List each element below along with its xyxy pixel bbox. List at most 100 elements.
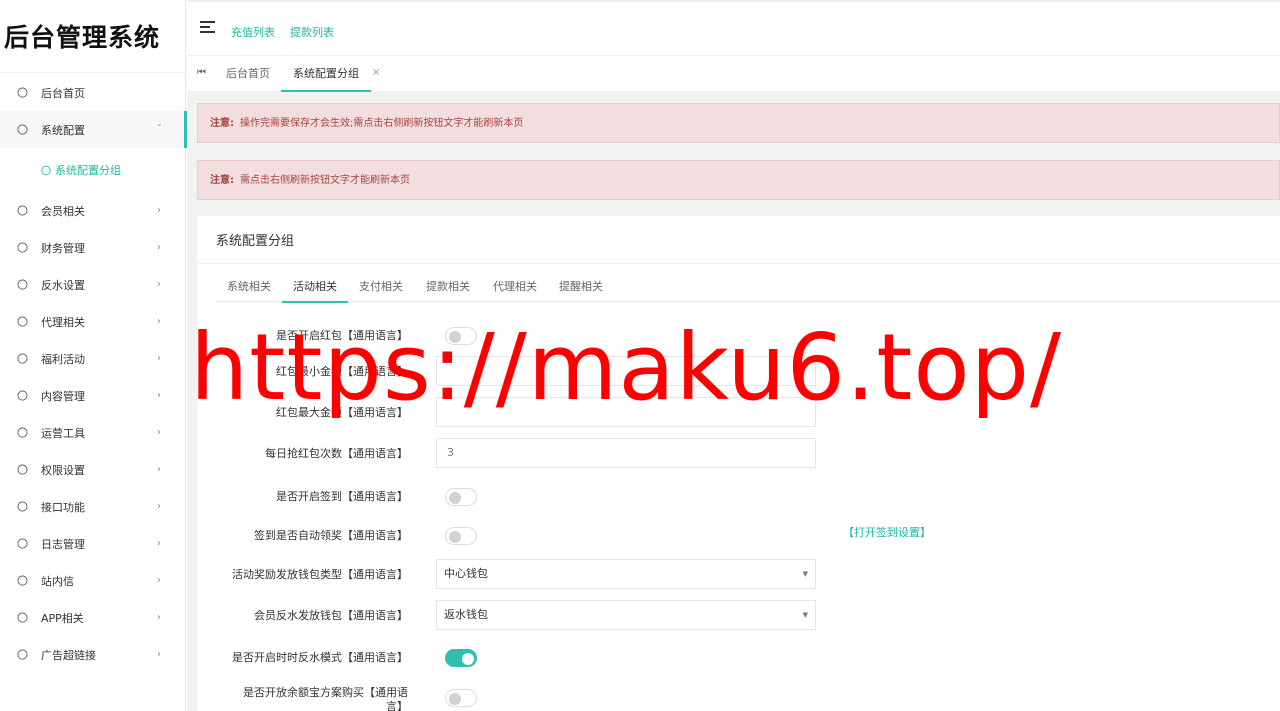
- chevron-right-icon: ›: [157, 241, 161, 253]
- withdraw-list-link[interactable]: 提款列表: [290, 24, 334, 40]
- circle-icon: 〇: [41, 166, 51, 178]
- sidebar-item-promotions[interactable]: 〇福利活动 ›: [0, 340, 186, 377]
- sidebar-item-api[interactable]: 〇接口功能 ›: [0, 488, 186, 525]
- sidebar-item-finance[interactable]: 〇财务管理 ›: [0, 229, 186, 266]
- top-bar: 充值列表 提款列表: [187, 0, 1280, 55]
- config-panel: 系统配置分组 系统相关 活动相关 支付相关 提款相关 代理相关 提醒相关 是否开…: [197, 216, 1280, 711]
- sidebar-item-label: 内容管理: [41, 389, 85, 403]
- chevron-right-icon: ›: [157, 463, 161, 475]
- select-value: 中心钱包: [444, 567, 488, 580]
- red-packet-enable-switch[interactable]: [445, 327, 477, 345]
- sidebar-item-label: 会员相关: [41, 204, 85, 218]
- circle-icon: 〇: [17, 278, 28, 291]
- switch-knob: [462, 653, 474, 665]
- chevron-right-icon: ›: [157, 278, 161, 290]
- tab-close-icon[interactable]: ×: [372, 67, 380, 78]
- tab-agent[interactable]: 代理相关: [493, 272, 537, 302]
- tab-activity[interactable]: 活动相关: [282, 272, 348, 303]
- circle-icon: 〇: [17, 123, 28, 136]
- tab-withdraw[interactable]: 提款相关: [426, 272, 470, 302]
- circle-icon: 〇: [17, 611, 28, 624]
- chevron-right-icon: ›: [157, 352, 161, 364]
- sidebar-nav: 〇后台首页 〇系统配置 ˇ 〇系统配置分组 〇会员相关 › 〇财务管理 › 〇反水设置…: [0, 74, 187, 673]
- sidebar-item-home[interactable]: 〇后台首页: [0, 74, 186, 111]
- admin-app: 后台管理系统 〇后台首页 〇系统配置 ˇ 〇系统配置分组 〇会员相关 › 〇财务管理…: [0, 0, 1280, 711]
- realtime-rebate-switch[interactable]: [445, 649, 477, 667]
- sidebar-item-system-config[interactable]: 〇系统配置 ˇ: [0, 111, 187, 148]
- sidebar-item-rebate[interactable]: 〇反水设置 ›: [0, 266, 186, 303]
- checkin-auto-reward-switch[interactable]: [445, 527, 477, 545]
- checkin-enable-switch[interactable]: [445, 488, 477, 506]
- sidebar-item-app[interactable]: 〇 APP相关 ›: [0, 599, 186, 636]
- form-row: 红包最大金额【通用语言】: [197, 397, 1280, 429]
- field-label: 红包最大金额【通用语言】: [276, 406, 408, 419]
- tab-system[interactable]: 系统相关: [227, 272, 271, 302]
- switch-knob: [449, 531, 461, 543]
- sidebar-item-label: 权限设置: [41, 463, 85, 477]
- sidebar-subitem-label: 系统配置分组: [55, 164, 121, 177]
- sidebar-item-label: 代理相关: [41, 315, 85, 329]
- section-tabs: 系统相关 活动相关 支付相关 提款相关 代理相关 提醒相关: [216, 272, 1280, 303]
- red-packet-max-input[interactable]: [436, 397, 816, 427]
- open-checkin-settings-link[interactable]: 【打开签到设置】: [843, 524, 931, 540]
- alert-text: 操作完需要保存才会生效;需点击右侧刷新按钮文字才能刷新本页: [240, 118, 524, 129]
- circle-icon: 〇: [17, 463, 28, 476]
- chevron-right-icon: ›: [157, 389, 161, 401]
- field-label: 是否开启时时反水模式【通用语言】: [232, 651, 408, 664]
- circle-icon: 〇: [17, 389, 28, 402]
- circle-icon: 〇: [17, 315, 28, 328]
- circle-icon: 〇: [17, 537, 28, 550]
- form-row: 红包最小金额【通用语言】: [197, 356, 1280, 388]
- sidebar-item-logs[interactable]: 〇日志管理 ›: [0, 525, 186, 562]
- sidebar-item-label: 站内信: [41, 574, 74, 588]
- sidebar-item-agents[interactable]: 〇代理相关 ›: [0, 303, 186, 340]
- red-packet-min-input[interactable]: [436, 356, 816, 386]
- sidebar-item-operations[interactable]: 〇运营工具 ›: [0, 414, 186, 451]
- rebate-wallet-select[interactable]: 返水钱包 ▼: [436, 600, 816, 630]
- form-row: 是否开启签到【通用语言】: [197, 481, 1280, 513]
- tab-payment[interactable]: 支付相关: [359, 272, 403, 302]
- tab-config-group[interactable]: 系统配置分组: [281, 56, 371, 92]
- circle-icon: 〇: [17, 86, 28, 99]
- circle-icon: 〇: [17, 648, 28, 661]
- select-value: 返水钱包: [444, 608, 488, 621]
- field-label: 会员反水发放钱包【通用语言】: [254, 609, 408, 622]
- tab-home[interactable]: 后台首页: [226, 56, 270, 92]
- form-row: 会员反水发放钱包【通用语言】 返水钱包 ▼: [197, 600, 1280, 632]
- sidebar-item-label: 反水设置: [41, 278, 85, 292]
- sidebar: 后台管理系统 〇后台首页 〇系统配置 ˇ 〇系统配置分组 〇会员相关 › 〇财务管理…: [0, 0, 187, 711]
- daily-red-packet-count-input[interactable]: 3: [436, 438, 816, 468]
- circle-icon: 〇: [17, 426, 28, 439]
- sidebar-subitem-config-group[interactable]: 〇系统配置分组: [0, 148, 186, 192]
- circle-icon: 〇: [17, 500, 28, 513]
- field-label: 是否开启签到【通用语言】: [276, 490, 408, 503]
- sidebar-item-content[interactable]: 〇内容管理 ›: [0, 377, 186, 414]
- logo-divider: [0, 72, 186, 73]
- sidebar-item-messages[interactable]: 〇站内信 ›: [0, 562, 186, 599]
- chevron-right-icon: ›: [157, 611, 161, 623]
- field-label: 红包最小金额【通用语言】: [276, 365, 408, 378]
- sidebar-item-label: 系统配置: [41, 123, 85, 137]
- sidebar-item-permissions[interactable]: 〇权限设置 ›: [0, 451, 186, 488]
- reward-wallet-type-select[interactable]: 中心钱包 ▼: [436, 559, 816, 589]
- form-row: 是否开启时时反水模式【通用语言】: [197, 642, 1280, 674]
- sidebar-item-label: 福利活动: [41, 352, 85, 366]
- field-label: 活动奖励发放钱包类型【通用语言】: [232, 568, 408, 581]
- circle-icon: 〇: [17, 574, 28, 587]
- menu-toggle-icon[interactable]: [200, 21, 215, 33]
- sidebar-item-members[interactable]: 〇会员相关 ›: [0, 192, 186, 229]
- chevron-right-icon: ›: [157, 537, 161, 549]
- form-row: 是否开放余额宝方案购买【通用语言】: [197, 682, 1280, 711]
- chevron-down-icon: ˇ: [157, 123, 162, 135]
- sidebar-item-label: APP相关: [41, 611, 84, 625]
- alert-prefix: 注意:: [210, 175, 234, 186]
- tab-reminder[interactable]: 提醒相关: [559, 272, 603, 302]
- tab-scroll-left-icon[interactable]: ⏮: [197, 67, 206, 78]
- field-label: 签到是否自动领奖【通用语言】: [254, 529, 408, 542]
- sidebar-item-ad-links[interactable]: 〇广告超链接 ›: [0, 636, 186, 673]
- field-label: 是否开放余额宝方案购买【通用语言】: [243, 686, 408, 711]
- yuebao-purchase-switch[interactable]: [445, 689, 477, 707]
- caret-down-icon: ▼: [802, 611, 808, 619]
- switch-knob: [449, 331, 461, 343]
- recharge-list-link[interactable]: 充值列表: [231, 24, 275, 40]
